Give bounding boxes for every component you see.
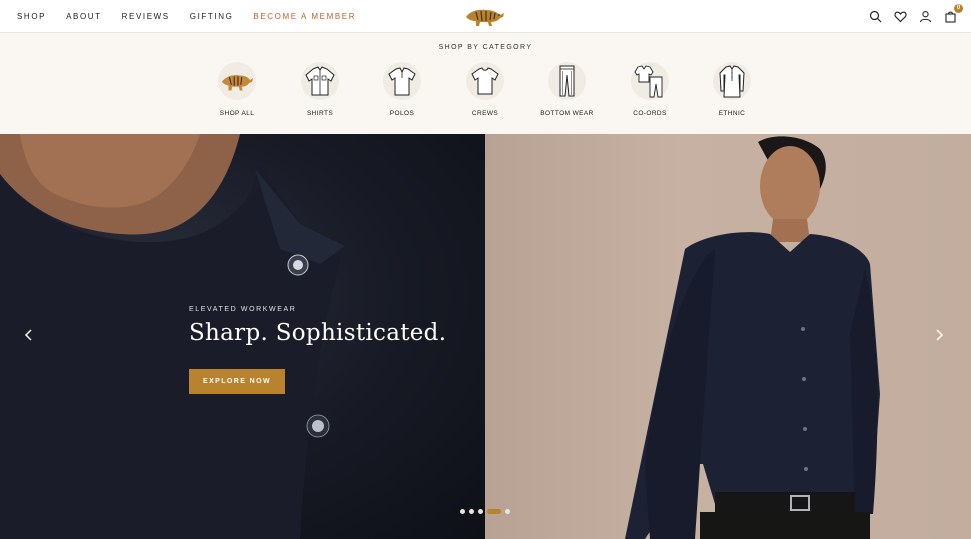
tiger-icon xyxy=(218,62,256,100)
nav-gifting[interactable]: GIFTING xyxy=(190,12,234,21)
chevron-right-icon[interactable] xyxy=(932,328,946,342)
utility-nav: 0 xyxy=(869,0,963,33)
hero-image-model xyxy=(485,134,971,539)
category-label: SHIRTS xyxy=(306,110,334,117)
hero-headline: Sharp. Sophisticated. xyxy=(189,320,447,346)
category-list: SHOP ALL SHIRTS POLOS CREWS BOTTOM WEAR xyxy=(0,62,971,132)
nav-reviews[interactable]: REVIEWS xyxy=(122,12,170,21)
category-co-ords[interactable]: CO-ORDS xyxy=(615,62,685,117)
shop-by-category: SHOP BY CATEGORY SHOP ALL SHIRTS POLOS C… xyxy=(0,33,971,134)
trousers-icon xyxy=(548,62,586,100)
category-label: ETHNIC xyxy=(718,110,746,117)
category-heading: SHOP BY CATEGORY xyxy=(438,44,533,51)
slide-dot[interactable] xyxy=(460,509,465,514)
kurta-icon xyxy=(713,62,751,100)
slide-indicators xyxy=(460,509,510,514)
polo-icon xyxy=(383,62,421,100)
category-shop-all[interactable]: SHOP ALL xyxy=(202,62,272,117)
explore-now-button[interactable]: EXPLORE NOW xyxy=(189,369,285,394)
category-crews[interactable]: CREWS xyxy=(450,62,520,117)
nav-shop[interactable]: SHOP xyxy=(17,12,46,21)
nav-about[interactable]: ABOUT xyxy=(66,12,102,21)
coord-set-icon xyxy=(631,62,669,100)
slide-dot[interactable] xyxy=(505,509,510,514)
shirt-icon xyxy=(301,62,339,100)
top-nav: SHOP ABOUT REVIEWS GIFTING BECOME A MEMB… xyxy=(0,0,971,33)
category-polos[interactable]: POLOS xyxy=(367,62,437,117)
primary-nav: SHOP ABOUT REVIEWS GIFTING BECOME A MEMB… xyxy=(17,0,376,33)
hero-eyebrow: ELEVATED WORKWEAR xyxy=(189,306,297,313)
hero-banner: ELEVATED WORKWEAR Sharp. Sophisticated. … xyxy=(0,134,971,539)
account-user-icon[interactable] xyxy=(919,10,932,23)
category-label: CREWS xyxy=(471,110,499,117)
cart-bag-icon[interactable]: 0 xyxy=(944,4,963,23)
slide-dot-active[interactable] xyxy=(487,509,501,514)
slide-dot[interactable] xyxy=(469,509,474,514)
category-bottom-wear[interactable]: BOTTOM WEAR xyxy=(532,62,602,117)
tiger-logo-icon[interactable] xyxy=(464,5,506,27)
category-label: SHOP ALL xyxy=(219,110,255,117)
chevron-left-icon[interactable] xyxy=(22,328,36,342)
category-shirts[interactable]: SHIRTS xyxy=(285,62,355,117)
category-label: BOTTOM WEAR xyxy=(540,110,594,117)
category-label: CO-ORDS xyxy=(633,110,667,117)
tshirt-icon xyxy=(466,62,504,100)
cart-count-badge: 0 xyxy=(954,4,963,13)
slide-dot[interactable] xyxy=(478,509,483,514)
category-label: POLOS xyxy=(389,110,415,117)
search-icon[interactable] xyxy=(869,10,882,23)
wishlist-heart-icon[interactable] xyxy=(894,10,907,23)
category-ethnic[interactable]: ETHNIC xyxy=(697,62,767,117)
nav-become-member[interactable]: BECOME A MEMBER xyxy=(253,12,356,21)
